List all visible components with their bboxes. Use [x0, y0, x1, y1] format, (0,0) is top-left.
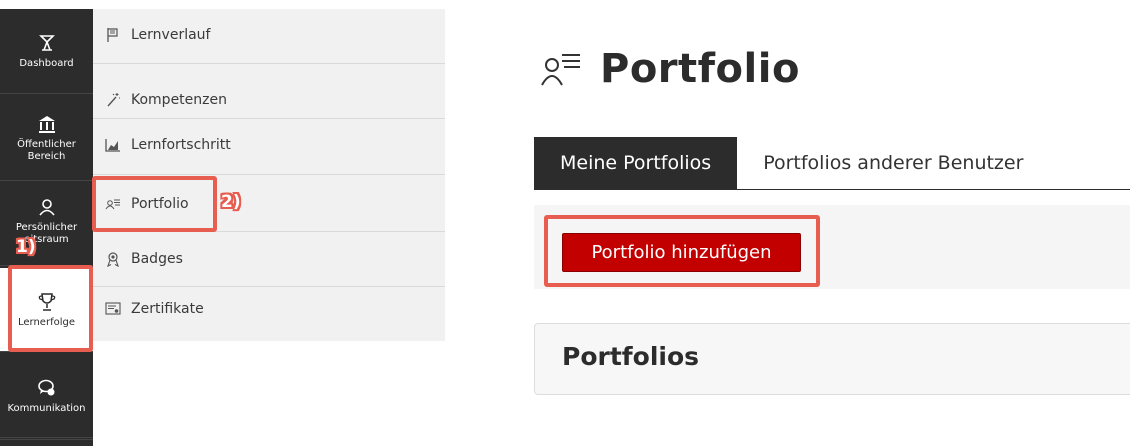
flag-icon — [107, 28, 118, 42]
tab-underline — [534, 189, 1130, 190]
submenu-item-label: Lernfortschritt — [131, 136, 231, 153]
rail-item-label: Dashboard — [19, 58, 74, 69]
certificate-icon — [105, 302, 121, 315]
submenu-item-lernfortschritt[interactable]: Lernfortschritt — [93, 119, 445, 175]
submenu-item-kompetenzen[interactable]: Kompetenzen — [93, 64, 445, 119]
rail-item-label: Kommunikation — [7, 402, 86, 414]
annotation-box-step1 — [8, 265, 93, 352]
submenu-item-label: Zertifikate — [131, 301, 204, 317]
annotation-number-step2: 2) — [221, 192, 241, 212]
portfolios-panel-title: Portfolios — [562, 342, 700, 371]
dashboard-icon — [38, 35, 55, 51]
page-title: Portfolio — [600, 46, 800, 92]
annotation-box-add-button — [544, 215, 820, 287]
rail-divider — [0, 439, 93, 440]
submenu-item-badges[interactable]: Badges — [93, 232, 445, 287]
rail-item-label: Öffentlicher Bereich — [17, 138, 76, 162]
rail-item-personal-workspace[interactable]: Persönlicher eitsraum — [0, 182, 93, 266]
annotation-box-step2 — [92, 176, 217, 232]
person-icon — [38, 199, 55, 216]
rail-item-communication[interactable]: Kommunikation — [0, 354, 93, 438]
submenu-item-lernverlauf[interactable]: Lernverlauf — [93, 9, 445, 64]
portfolio-icon — [541, 54, 580, 86]
badge-icon — [107, 252, 119, 267]
submenu-item-zertifikate[interactable]: Zertifikate — [93, 287, 445, 341]
annotation-number-step1: 1) — [16, 237, 36, 257]
tab-bar: Meine Portfolios Portfolios anderer Benu… — [534, 137, 1049, 189]
chat-icon — [37, 379, 54, 395]
bank-icon — [38, 115, 55, 133]
rail-top-strip — [0, 0, 93, 9]
tab-my-portfolios[interactable]: Meine Portfolios — [534, 137, 738, 189]
page-header: Portfolio — [540, 46, 800, 92]
tab-other-users-portfolios[interactable]: Portfolios anderer Benutzer — [737, 137, 1049, 189]
rail-item-public-area[interactable]: Öffentlicher Bereich — [0, 95, 93, 181]
wand-icon — [107, 93, 120, 107]
submenu-empty-area — [93, 341, 445, 446]
chart-icon — [105, 138, 120, 152]
rail-item-dashboard[interactable]: Dashboard — [0, 9, 93, 94]
submenu-item-label: Badges — [131, 251, 183, 267]
submenu-item-label: Kompetenzen — [131, 92, 227, 108]
submenu-item-label: Lernverlauf — [131, 27, 211, 43]
